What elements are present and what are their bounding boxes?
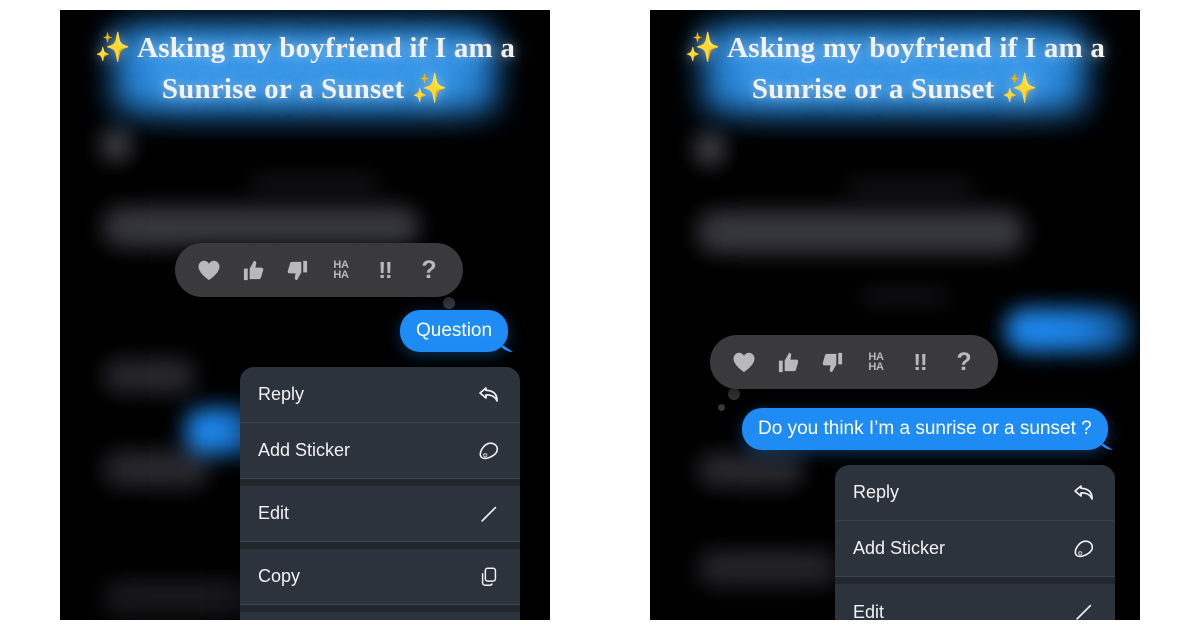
sticker-icon [1071, 536, 1097, 562]
bottom-white-strip [0, 620, 1200, 628]
menu-item-translate[interactable]: Translate A 文 [240, 612, 520, 620]
heart-icon[interactable] [722, 340, 766, 384]
outgoing-bubble [1005, 308, 1135, 352]
overlay-title-right: ✨ Asking my boyfriend if I am a Sunrise … [650, 27, 1140, 111]
menu-item-edit[interactable]: Edit [240, 486, 520, 542]
focused-message-bubble-left[interactable]: Question [400, 310, 509, 352]
overlay-title-text: ✨ Asking my boyfriend if I am a Sunrise … [94, 32, 516, 105]
menu-item-copy[interactable]: Copy [240, 549, 520, 605]
exclamation-icon[interactable]: !! [363, 248, 407, 292]
overlay-title-text: ✨ Asking my boyfriend if I am a Sunrise … [684, 32, 1106, 105]
sticker-icon [476, 438, 502, 464]
thumbs-up-icon[interactable] [231, 248, 275, 292]
exclamation-text: !! [378, 256, 392, 283]
menu-item-add-sticker[interactable]: Add Sticker [835, 521, 1115, 577]
menu-item-label: Reply [258, 384, 305, 404]
overlay-title-left: ✨ Asking my boyfriend if I am a Sunrise … [60, 27, 550, 111]
menu-separator [240, 479, 520, 486]
reaction-tail-dot-large [728, 388, 740, 400]
reaction-tail-dot-large [443, 297, 455, 309]
reaction-bar-right[interactable]: HA HA !! ? [710, 335, 998, 389]
heart-icon[interactable] [187, 248, 231, 292]
question-icon[interactable]: ? [407, 248, 451, 292]
focused-message-bubble-right[interactable]: Do you think I’m a sunrise or a sunset ? [742, 408, 1108, 450]
incoming-bubble [695, 550, 845, 590]
haha-icon[interactable]: HA HA [319, 248, 363, 292]
left-screenshot-panel: ✨ Asking my boyfriend if I am a Sunrise … [60, 10, 550, 620]
thumbs-down-icon[interactable] [275, 248, 319, 292]
menu-separator [240, 542, 520, 549]
message-text: Question [416, 320, 493, 341]
question-icon[interactable]: ? [942, 340, 986, 384]
menu-item-reply[interactable]: Reply [240, 367, 520, 423]
context-menu-right[interactable]: Reply Add Sticker Edit [835, 465, 1115, 620]
message-text: Do you think I’m a sunrise or a sunset ? [758, 418, 1092, 439]
menu-item-label: Copy [258, 566, 301, 586]
timestamp-placeholder [250, 178, 380, 187]
incoming-bubble [695, 210, 1025, 254]
reaction-bar-left[interactable]: HA HA !! ? [175, 243, 463, 297]
pencil-icon [476, 501, 502, 527]
reply-arrow-icon [1071, 480, 1097, 506]
exclamation-icon[interactable]: !! [898, 340, 942, 384]
menu-item-add-sticker[interactable]: Add Sticker [240, 423, 520, 479]
question-text: ? [421, 255, 437, 284]
haha-line-2: HA [333, 269, 349, 281]
reply-arrow-icon [476, 382, 502, 408]
thumbs-up-icon[interactable] [766, 340, 810, 384]
thumbs-down-icon[interactable] [810, 340, 854, 384]
reaction-tail-dot-small [718, 404, 725, 411]
menu-item-label: Edit [853, 601, 885, 621]
incoming-bubble [100, 450, 210, 488]
menu-item-label: Edit [258, 503, 290, 523]
exclamation-text: !! [913, 348, 927, 375]
avatar [692, 132, 726, 166]
avatar [98, 128, 132, 162]
pencil-icon [1071, 599, 1097, 620]
question-text: ? [956, 347, 972, 376]
menu-item-label: Add Sticker [853, 538, 946, 558]
menu-separator [835, 577, 1115, 584]
menu-item-reply[interactable]: Reply [835, 465, 1115, 521]
haha-icon[interactable]: HA HA [854, 340, 898, 384]
copy-icon [476, 564, 502, 590]
incoming-bubble [100, 358, 196, 394]
haha-line-2: HA [868, 361, 884, 373]
menu-separator [240, 605, 520, 612]
menu-item-label: Add Sticker [258, 440, 351, 460]
context-menu-left[interactable]: Reply Add Sticker Edit Copy [240, 367, 520, 620]
menu-item-edit[interactable]: Edit [835, 584, 1115, 620]
incoming-bubble [695, 452, 805, 488]
timestamp-placeholder [845, 182, 975, 191]
screenshot-stage: ✨ Asking my boyfriend if I am a Sunrise … [0, 0, 1200, 628]
right-screenshot-panel: ✨ Asking my boyfriend if I am a Sunrise … [650, 10, 1140, 620]
incoming-bubble [100, 206, 420, 248]
menu-item-label: Reply [853, 482, 900, 502]
timestamp-placeholder [860, 292, 950, 301]
